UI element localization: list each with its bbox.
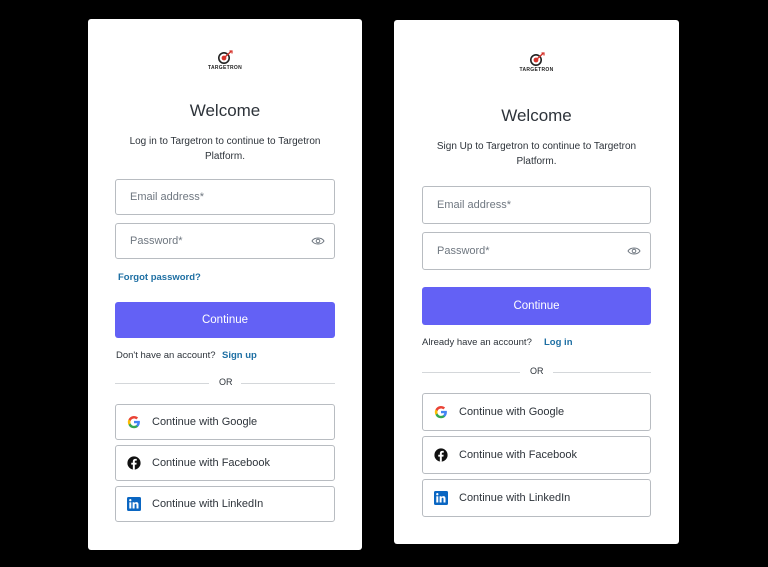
email-input[interactable] [130, 191, 334, 203]
target-logo-icon [218, 50, 233, 64]
page-subtitle: Sign Up to Targetron to continue to Targ… [429, 139, 644, 169]
brand-name: TARGETRON [519, 67, 554, 73]
google-button-label: Continue with Google [152, 416, 258, 428]
divider-line-left [422, 372, 520, 373]
linkedin-icon [434, 491, 448, 505]
linkedin-button[interactable]: Continue with LinkedIn [115, 486, 335, 522]
forgot-password-link[interactable]: Forgot password? [118, 272, 201, 283]
subtitle-line-2: Platform. [516, 156, 557, 167]
google-button[interactable]: Continue with Google [115, 404, 335, 440]
google-button[interactable]: Continue with Google [422, 393, 651, 431]
password-input[interactable] [130, 235, 334, 247]
brand-name: TARGETRON [208, 65, 242, 71]
signup-card: TARGETRON Welcome Sign Up to Targetron t… [394, 20, 679, 544]
divider-label: OR [219, 377, 233, 387]
page-title: Welcome [501, 106, 572, 125]
page-subtitle: Log in to Targetron to continue to Targe… [118, 134, 332, 164]
eye-icon[interactable] [311, 237, 325, 246]
linkedin-icon [127, 497, 141, 511]
email-field[interactable] [115, 179, 335, 215]
login-link[interactable]: Log in [544, 337, 573, 348]
signup-prompt: Don't have an account? [116, 350, 216, 361]
facebook-icon [434, 448, 448, 462]
linkedin-button[interactable]: Continue with LinkedIn [422, 479, 651, 517]
linkedin-button-label: Continue with LinkedIn [459, 492, 571, 504]
google-icon [434, 406, 447, 419]
login-card: TARGETRON Welcome Log in to Targetron to… [88, 19, 362, 550]
password-input[interactable] [437, 245, 650, 257]
divider-line-right [553, 372, 651, 373]
continue-button[interactable]: Continue [115, 302, 335, 338]
or-divider: OR [115, 377, 335, 389]
brand-logo: TARGETRON [520, 52, 554, 73]
subtitle-line-1: Log in to Targetron to continue to Targe… [129, 136, 321, 147]
password-field[interactable] [422, 232, 651, 270]
email-input[interactable] [437, 199, 650, 211]
or-divider: OR [422, 366, 651, 378]
facebook-button[interactable]: Continue with Facebook [422, 436, 651, 474]
signup-link[interactable]: Sign up [222, 350, 257, 361]
password-field[interactable] [115, 223, 335, 259]
facebook-button-label: Continue with Facebook [459, 449, 578, 461]
page-title: Welcome [189, 101, 261, 120]
google-button-label: Continue with Google [459, 406, 565, 418]
brand-logo: TARGETRON [208, 50, 242, 71]
facebook-icon [127, 456, 141, 470]
login-prompt: Already have an account? [422, 337, 532, 348]
linkedin-button-label: Continue with LinkedIn [152, 498, 264, 510]
facebook-button-label: Continue with Facebook [152, 457, 271, 469]
facebook-button[interactable]: Continue with Facebook [115, 445, 335, 481]
google-icon [127, 416, 140, 429]
target-logo-icon [529, 52, 545, 66]
continue-button[interactable]: Continue [422, 287, 651, 325]
eye-icon[interactable] [627, 247, 641, 256]
divider-line-left [115, 383, 209, 384]
divider-line-right [241, 383, 335, 384]
divider-label: OR [530, 366, 544, 376]
subtitle-line-2: Platform. [204, 151, 245, 162]
subtitle-line-1: Sign Up to Targetron to continue to Targ… [436, 141, 637, 152]
email-field[interactable] [422, 186, 651, 224]
